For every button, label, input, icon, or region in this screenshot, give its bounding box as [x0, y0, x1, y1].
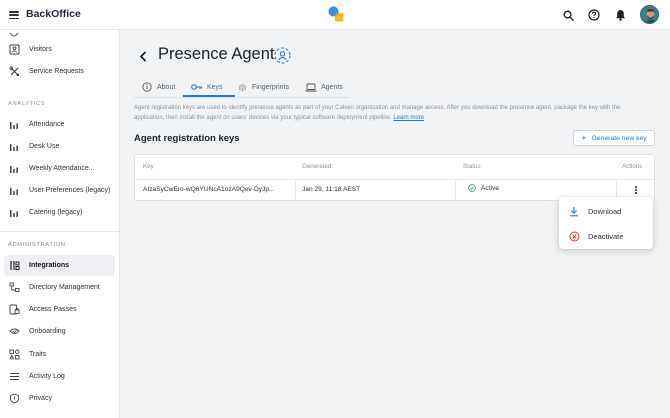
sidebar-item-label: Attendance — [29, 121, 65, 128]
hierarchy-icon — [8, 282, 20, 294]
sidebar-item-label: Catering (legacy) — [29, 209, 83, 216]
sidebar-item-directory-management[interactable]: Directory Management — [4, 277, 115, 298]
top-bar: BackOffice — [0, 0, 670, 30]
bar-chart-icon — [8, 185, 20, 197]
bar-chart-icon — [8, 119, 20, 131]
presence-agent-icon — [274, 47, 291, 64]
sidebar-item-label: Service Requests — [29, 68, 84, 75]
search-icon[interactable] — [561, 8, 575, 22]
column-divider — [455, 179, 456, 201]
keys-description: Agent registration keys are used to iden… — [134, 105, 621, 121]
sidebar-item-label: Weekly Attendance... — [29, 165, 95, 172]
sidebar: Visitors Service Requests ANALYTICS Atte… — [0, 30, 120, 418]
sidebar-item-label: Visitors — [29, 46, 52, 53]
shapes-icon — [8, 349, 20, 361]
column-header-status: Status — [463, 163, 481, 170]
active-tab-indicator — [183, 95, 235, 97]
section-title: Agent registration keys — [134, 133, 240, 144]
sidebar-item-label: Traits — [29, 351, 47, 358]
handshake-icon — [8, 326, 20, 338]
plug-icon — [8, 260, 20, 272]
tabs-divider — [134, 96, 350, 98]
menu-icon[interactable] — [9, 11, 19, 19]
keys-table: Key Generated Status Actions AIzaSyCwEro… — [134, 154, 655, 201]
tab-label: Keys — [207, 83, 223, 91]
app-title: BackOffice — [26, 8, 81, 20]
column-header-generated: Generated — [302, 163, 332, 170]
sidebar-item-label: Onboarding — [29, 328, 66, 335]
learn-more-link[interactable]: Learn more — [393, 115, 424, 121]
tab-agents[interactable]: Agents — [305, 77, 343, 97]
page-title: Presence Agent — [158, 45, 275, 63]
key-icon — [191, 82, 203, 92]
bar-chart-icon — [8, 163, 20, 175]
info-icon — [141, 82, 153, 92]
sidebar-item-desk-use[interactable]: Desk Use — [4, 136, 115, 157]
sidebar-item-label: Activity Log — [29, 373, 65, 380]
sidebar-item-service-requests[interactable]: Service Requests — [4, 61, 115, 82]
check-circle-icon — [468, 184, 476, 192]
tab-keys[interactable]: Keys — [191, 77, 223, 97]
bar-chart-icon — [8, 141, 20, 153]
sidebar-item-onboarding[interactable]: Onboarding — [4, 321, 115, 342]
list-icon — [8, 371, 20, 383]
sidebar-item-user-preferences[interactable]: User Preferences (legacy) — [4, 180, 115, 201]
lock-badge-icon — [8, 304, 20, 316]
sidebar-item-activity-log[interactable]: Activity Log — [4, 366, 115, 387]
analytics-section-title: ANALYTICS — [8, 101, 46, 107]
chevron-left-icon — [139, 50, 147, 62]
menu-item-download[interactable]: Download — [559, 199, 653, 223]
tab-label: About — [157, 83, 176, 91]
administration-section-title: ADMINISTRATION — [8, 242, 66, 248]
tools-icon — [8, 66, 20, 78]
generate-new-key-button[interactable]: + Generate new key — [573, 130, 655, 146]
sidebar-item-integrations[interactable]: Integrations — [4, 255, 115, 276]
sidebar-item-privacy[interactable]: Privacy — [4, 388, 115, 409]
tab-about[interactable]: About — [141, 77, 175, 97]
plus-icon: + — [581, 132, 587, 143]
close-circle-icon — [568, 230, 580, 242]
tab-label: Fingerprints — [252, 83, 289, 91]
help-icon[interactable] — [587, 8, 601, 22]
fingerprint-icon — [236, 82, 248, 92]
sidebar-item-visitors[interactable]: Visitors — [4, 39, 115, 60]
sidebar-item-label: Directory Management — [29, 284, 100, 291]
column-header-actions: Actions — [622, 163, 643, 170]
id-card-icon — [8, 44, 20, 56]
download-icon — [568, 205, 580, 217]
sidebar-divider — [0, 231, 119, 232]
back-button[interactable] — [137, 49, 149, 63]
tab-label: Agents — [321, 83, 343, 91]
shield-icon — [8, 393, 20, 405]
column-header-key: Key — [143, 163, 154, 170]
laptop-icon — [305, 82, 317, 92]
avatar[interactable] — [640, 5, 659, 24]
sidebar-item-label: Integrations — [29, 262, 70, 269]
sidebar-item-access-passes[interactable]: Access Passes — [4, 299, 115, 320]
calven-logo-icon — [328, 6, 344, 22]
sidebar-scrolled-item-icon — [8, 26, 20, 37]
menu-item-deactivate[interactable]: Deactivate — [559, 224, 653, 248]
sidebar-item-label: User Preferences (legacy) — [29, 187, 111, 194]
bar-chart-icon — [8, 207, 20, 219]
bell-icon[interactable] — [613, 8, 627, 22]
column-divider — [295, 179, 296, 201]
sidebar-item-label: Privacy — [29, 395, 52, 402]
sidebar-item-label: Access Passes — [29, 306, 77, 313]
row-actions-menu: Download Deactivate — [559, 197, 653, 249]
generated-value: Jan 29, 11:18 AEST — [302, 186, 361, 193]
sidebar-item-attendance[interactable]: Attendance — [4, 114, 115, 135]
sidebar-item-catering[interactable]: Catering (legacy) — [4, 202, 115, 223]
sidebar-item-weekly-attendance[interactable]: Weekly Attendance... — [4, 158, 115, 179]
tab-fingerprints[interactable]: Fingerprints — [236, 77, 289, 97]
key-value: AIzaSyCwEro-wQ6YUNcA1ozA9Qev-DyJp... — [143, 186, 275, 193]
sidebar-item-label: Desk Use — [29, 143, 60, 150]
row-actions-menu-button[interactable] — [629, 183, 643, 197]
sidebar-item-traits[interactable]: Traits — [4, 344, 115, 365]
header-divider — [135, 179, 654, 180]
status-badge: Active — [468, 184, 499, 192]
